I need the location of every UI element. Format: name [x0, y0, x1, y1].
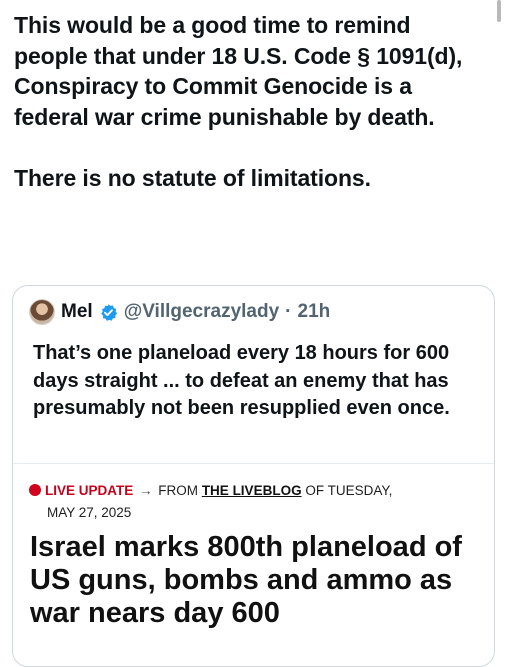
- verified-badge-icon: [99, 303, 118, 322]
- separator-dot: ·: [285, 301, 292, 322]
- quoted-post-text: That’s one planeload every 18 hours for …: [33, 342, 450, 419]
- author-handle[interactable]: @Villgecrazylady: [124, 301, 279, 323]
- post-text: This would be a good time to remind peop…: [14, 12, 463, 191]
- article-headline[interactable]: Israel marks 800th planeload of US guns,…: [30, 531, 490, 630]
- arrow-right-icon: →: [139, 483, 153, 498]
- post-timestamp[interactable]: 21h: [298, 301, 331, 323]
- scrollbar[interactable]: [497, 0, 501, 22]
- live-update-line: LIVE UPDATE → FROM THE LIVEBLOG OF TUESD…: [29, 480, 479, 524]
- divider: [13, 463, 494, 464]
- live-update-label: LIVE UPDATE: [45, 483, 134, 498]
- author-name[interactable]: Mel: [61, 301, 93, 323]
- liveblog-link[interactable]: THE LIVEBLOG: [202, 483, 302, 498]
- quoted-post-card[interactable]: Mel @Villgecrazylady · 21h That’s one pl…: [12, 285, 495, 667]
- live-dot-icon: [29, 484, 41, 496]
- of-text: OF TUESDAY,: [305, 483, 393, 498]
- from-text: FROM: [158, 483, 199, 498]
- avatar[interactable]: [29, 299, 55, 325]
- quoted-post-header: Mel @Villgecrazylady · 21h: [29, 298, 330, 326]
- article-date: MAY 27, 2025: [47, 505, 132, 520]
